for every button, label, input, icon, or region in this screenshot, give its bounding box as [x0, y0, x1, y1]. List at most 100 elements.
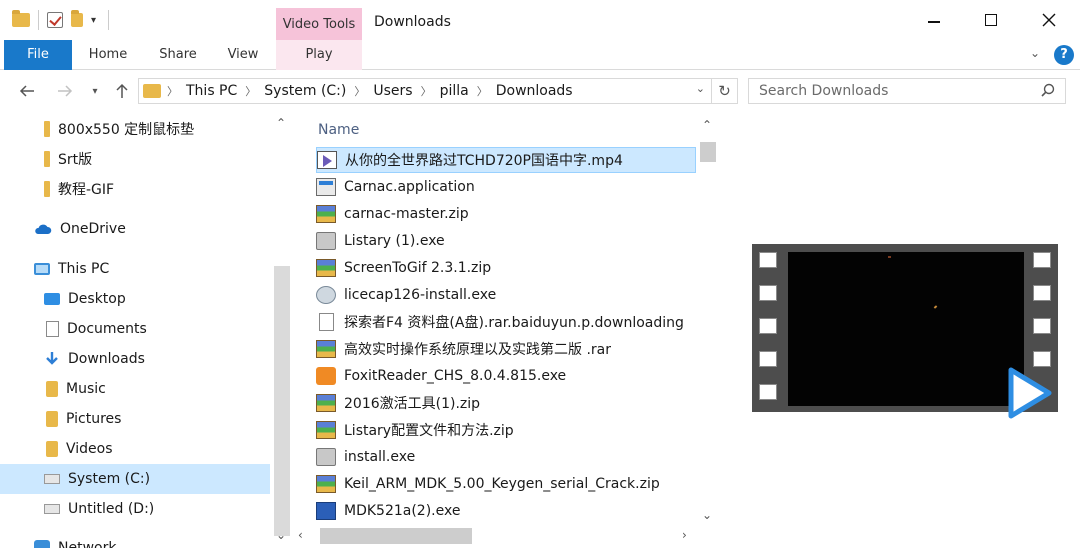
archive-icon — [316, 394, 336, 412]
up-button[interactable] — [109, 78, 135, 104]
scroll-up-icon[interactable]: ⌃ — [702, 118, 712, 132]
file-name: MDK521a(2).exe — [344, 503, 461, 519]
nav-folder-srt[interactable]: Srt版 — [0, 144, 270, 174]
file-row[interactable]: Listary配置文件和方法.zip — [316, 417, 696, 443]
tab-view[interactable]: View — [218, 40, 268, 70]
file-row[interactable]: ScreenToGif 2.3.1.zip — [316, 255, 696, 281]
film-sprocket — [1033, 252, 1051, 268]
nav-item-label: Pictures — [66, 411, 122, 427]
back-button[interactable] — [14, 78, 40, 104]
file-name: 高效实时操作系统原理以及实践第二版 .rar — [344, 342, 611, 358]
title-bar: ▾ Video Tools Downloads — [0, 0, 1080, 40]
file-name: Listary (1).exe — [344, 233, 445, 249]
file-row[interactable]: Carnac.application — [316, 174, 696, 200]
properties-icon[interactable] — [47, 12, 63, 28]
search-icon[interactable] — [1041, 83, 1055, 97]
explorer-folder-icon — [12, 10, 30, 27]
scroll-down-icon[interactable]: ⌄ — [702, 508, 712, 522]
download-arrow-icon — [46, 352, 58, 365]
file-row[interactable]: licecap126-install.exe — [316, 282, 696, 308]
file-list-scrollbar[interactable]: ⌃ ⌄ — [696, 112, 720, 524]
customize-qat-icon[interactable]: ▾ — [91, 15, 96, 26]
chevron-right-icon[interactable]: 〉 — [354, 83, 365, 99]
file-row[interactable]: MDK521a(2).exe — [316, 498, 696, 524]
address-history-dropdown-icon[interactable]: ⌄ — [696, 82, 705, 95]
file-row[interactable]: Listary (1).exe — [316, 228, 696, 254]
tab-share[interactable]: Share — [150, 40, 206, 70]
nav-system-c[interactable]: System (C:) — [0, 464, 270, 494]
file-row[interactable]: 探索者F4 资料盘(A盘).rar.baiduyun.p.downloading — [316, 309, 696, 335]
file-row[interactable]: carnac-master.zip — [316, 201, 696, 227]
file-name: licecap126-install.exe — [344, 287, 497, 303]
nav-music[interactable]: Music — [0, 374, 270, 404]
chevron-right-icon[interactable]: 〉 — [245, 83, 256, 99]
nav-desktop[interactable]: Desktop — [0, 284, 270, 314]
address-bar[interactable]: 〉 This PC 〉 System (C:) 〉 Users 〉 pilla … — [138, 78, 712, 104]
file-row[interactable]: FoxitReader_CHS_8.0.4.815.exe — [316, 363, 696, 389]
nav-item-label: Videos — [66, 441, 113, 457]
new-folder-icon[interactable] — [71, 10, 83, 27]
nav-network[interactable]: Network — [0, 534, 270, 548]
file-row[interactable]: 高效实时操作系统原理以及实践第二版 .rar — [316, 336, 696, 362]
nav-untitled-d[interactable]: Untitled (D:) — [0, 494, 270, 524]
nav-downloads[interactable]: Downloads — [0, 344, 270, 374]
scroll-up-icon[interactable]: ⌃ — [276, 116, 286, 130]
navigation-pane-scrollbar[interactable]: ⌃ ⌄ — [270, 112, 296, 548]
close-button[interactable] — [1020, 0, 1078, 40]
nav-this-pc[interactable]: This PC — [0, 254, 270, 284]
search-box[interactable] — [748, 78, 1066, 104]
file-list: Name 从你的全世界路过TCHD720P国语中字.mp4 Carnac.app… — [298, 112, 720, 548]
expand-ribbon-icon[interactable]: ⌄ — [1030, 46, 1040, 60]
up-arrow-icon — [116, 83, 128, 98]
archive-icon — [316, 340, 336, 358]
maximize-button[interactable] — [962, 0, 1020, 40]
tab-play[interactable]: Play — [276, 40, 362, 70]
blank-file-icon — [319, 313, 334, 331]
tab-file[interactable]: File — [4, 40, 72, 70]
horizontal-scrollbar-thumb[interactable] — [320, 528, 472, 544]
breadcrumb-system-c[interactable]: System (C:) — [264, 83, 346, 99]
breadcrumb-this-pc[interactable]: This PC — [186, 83, 237, 99]
foxit-icon — [316, 367, 336, 385]
breadcrumb-pilla[interactable]: pilla — [440, 83, 469, 99]
forward-button[interactable] — [52, 78, 78, 104]
column-header-name[interactable]: Name — [318, 122, 359, 138]
play-icon[interactable] — [1004, 364, 1054, 422]
file-list-horizontal-scrollbar[interactable]: ‹ › — [298, 524, 696, 548]
file-row[interactable]: 2016激活工具(1).zip — [316, 390, 696, 416]
scroll-right-icon[interactable]: › — [682, 528, 687, 542]
breadcrumb-users[interactable]: Users — [373, 83, 412, 99]
search-input[interactable] — [749, 79, 1029, 103]
breadcrumb-downloads[interactable]: Downloads — [496, 83, 573, 99]
chevron-right-icon[interactable]: 〉 — [477, 83, 488, 99]
nav-onedrive[interactable]: OneDrive — [0, 214, 270, 244]
file-name: 2016激活工具(1).zip — [344, 396, 481, 412]
scroll-left-icon[interactable]: ‹ — [298, 528, 303, 542]
forward-arrow-icon — [58, 85, 73, 97]
recent-locations-button[interactable]: ▾ — [84, 78, 106, 104]
nav-pictures[interactable]: Pictures — [0, 404, 270, 434]
help-icon[interactable]: ? — [1054, 45, 1074, 65]
file-row[interactable]: Keil_ARM_MDK_5.00_Keygen_serial_Crack.zi… — [316, 471, 696, 497]
tab-home[interactable]: Home — [78, 40, 138, 70]
nav-folder-gif-tutorial[interactable]: 教程-GIF — [0, 174, 270, 204]
file-row[interactable]: install.exe — [316, 444, 696, 470]
installer-icon — [316, 448, 336, 466]
scrollbar-thumb[interactable] — [274, 266, 290, 536]
music-icon — [46, 381, 58, 397]
nav-item-label: OneDrive — [60, 221, 126, 237]
chevron-right-icon[interactable]: 〉 — [421, 83, 432, 99]
video-frame — [788, 252, 1024, 406]
film-sprocket — [759, 252, 777, 268]
nav-item-label: Untitled (D:) — [68, 501, 155, 517]
chevron-down-icon: ▾ — [92, 85, 98, 97]
chevron-right-icon[interactable]: 〉 — [167, 83, 178, 99]
nav-videos[interactable]: Videos — [0, 434, 270, 464]
file-row[interactable]: 从你的全世界路过TCHD720P国语中字.mp4 — [316, 147, 696, 173]
nav-documents[interactable]: Documents — [0, 314, 270, 344]
scroll-down-icon[interactable]: ⌄ — [276, 528, 286, 542]
minimize-button[interactable] — [905, 0, 963, 40]
refresh-button[interactable]: ↻ — [712, 78, 738, 104]
scrollbar-thumb[interactable] — [700, 142, 716, 162]
nav-folder-mousepad[interactable]: 800x550 定制鼠标垫 — [0, 114, 270, 144]
